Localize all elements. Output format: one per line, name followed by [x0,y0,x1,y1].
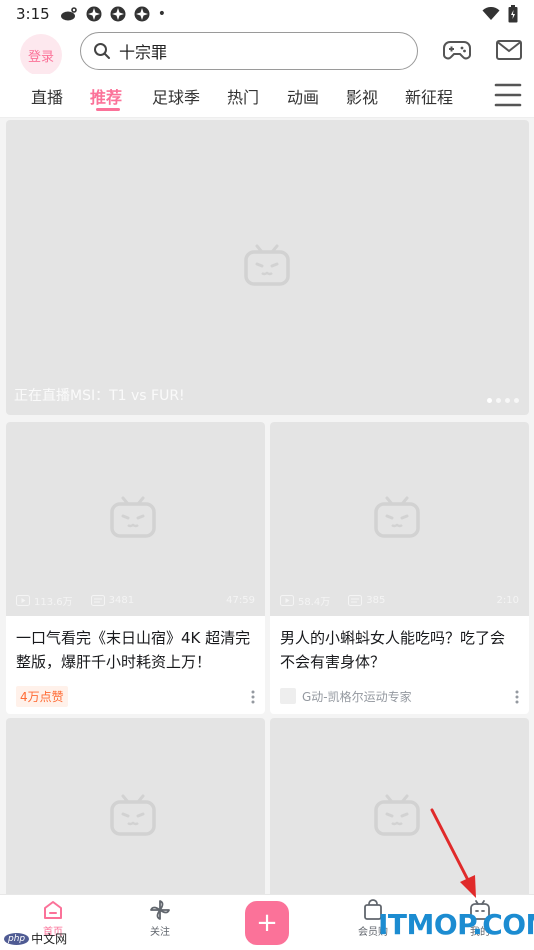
nav-follow-label: 关注 [150,927,170,938]
bilibili-tv-icon [110,794,156,836]
view-count: 58.4万 [298,597,331,608]
video-title: 一口气看完《末日山宿》4K 超清完整版，爆肝千小时耗资上万！ [16,629,251,671]
wifi-icon [482,7,500,20]
card-footer: 4万点赞 [6,678,265,714]
red-arrow-icon [430,808,476,898]
watermark-php-cn: php 中文网 [4,930,67,947]
search-input[interactable] [119,41,379,61]
danmaku-icon [348,595,363,606]
video-card-placeholder[interactable] [270,718,529,898]
video-card[interactable]: 58.4万 385 2:10 男人的小蝌蚪女人能吃吗？吃了会不会有害身体？ G动… [270,422,529,714]
status-bar: 3:15 • [0,0,534,28]
search-box[interactable] [80,32,418,70]
tab-active-indicator [96,108,120,111]
gamepad-icon[interactable] [443,38,471,62]
login-button[interactable]: 登录 [20,34,62,76]
danmaku-count: 385 [366,595,386,606]
banner-pagination [487,398,519,403]
pinwheel-icon [110,6,126,22]
more-options-icon[interactable] [251,690,255,704]
card-footer: G动-凯格尔运动专家 [270,678,529,714]
uploader-name[interactable]: G动-凯格尔运动专家 [302,688,412,705]
tab-live[interactable]: 直播 [31,84,63,108]
notification-icons: • [60,6,166,22]
publish-button[interactable]: + [245,901,289,945]
watermark-php-badge: php [4,932,30,945]
tab-new-journey[interactable]: 新征程 [405,84,453,108]
video-card-placeholder[interactable] [6,718,265,898]
watermark-php-text: 中文网 [31,932,68,946]
tab-film-tv[interactable]: 影视 [346,84,378,108]
danmaku-icon [90,595,105,606]
home-icon [44,901,62,919]
video-thumbnail: 58.4万 385 2:10 [270,422,529,616]
tab-football-season[interactable]: 足球季 [152,84,200,108]
top-bar: 登录 [0,28,534,76]
more-options-icon[interactable] [515,690,519,704]
danmaku-count: 3481 [108,595,135,606]
bilibili-tv-icon [110,496,156,538]
play-count-icon [16,595,30,606]
video-duration: 2:10 [496,595,519,606]
video-stats: 113.6万 3481 47:59 [16,593,255,608]
bilibili-tv-icon [244,244,290,286]
bilibili-tv-icon [374,794,420,836]
play-count-icon [280,595,294,606]
live-banner[interactable]: 正在直播MSI：T1 vs FUR! [6,120,529,415]
status-dot: • [157,6,166,22]
search-icon [94,43,110,59]
tab-hot[interactable]: 热门 [227,84,259,108]
view-count: 113.6万 [34,597,73,608]
likes-badge: 4万点赞 [16,685,68,707]
uploader-avatar [280,688,296,704]
tab-recommend[interactable]: 推荐 [90,84,122,108]
category-tabs: 直播 推荐 足球季 热门 动画 影视 新征程 [0,74,534,118]
battery-icon [508,5,518,23]
pinwheel-icon [86,6,102,22]
pinwheel-icon [150,900,170,920]
video-stats: 58.4万 385 2:10 [280,593,519,608]
banner-caption: 正在直播MSI：T1 vs FUR! [14,388,185,404]
video-thumbnail: 113.6万 3481 47:59 [6,422,265,616]
video-card[interactable]: 113.6万 3481 47:59 一口气看完《末日山宿》4K 超清完整版，爆肝… [6,422,265,714]
watermark-itmop: ITMOP.COM [378,908,534,941]
video-title: 男人的小蝌蚪女人能吃吗？吃了会不会有害身体？ [280,629,506,671]
nav-follow[interactable]: 关注 [130,899,190,938]
pinwheel-icon [134,6,150,22]
video-duration: 47:59 [226,595,255,606]
weibo-icon [60,7,77,21]
bilibili-tv-icon [374,496,420,538]
tab-anime[interactable]: 动画 [287,84,319,108]
menu-icon[interactable] [494,82,522,108]
status-time: 3:15 [16,5,50,23]
mail-icon[interactable] [496,40,522,60]
